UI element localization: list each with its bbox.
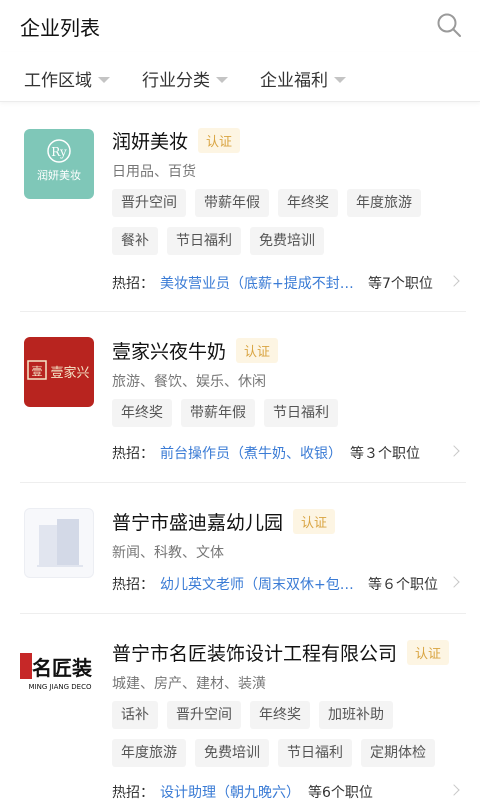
svg-text:润妍美妆: 润妍美妆 bbox=[37, 168, 81, 182]
building-icon bbox=[37, 519, 83, 567]
benefit-tag: 年终奖 bbox=[278, 189, 338, 217]
page-title: 企业列表 bbox=[20, 16, 100, 40]
svg-text:壹家兴: 壹家兴 bbox=[50, 365, 89, 381]
benefit-tags: 年终奖 带薪年假 节日福利 bbox=[112, 399, 466, 427]
company-card[interactable]: 名匠装 MING JIANG DECO 普宁市名匠装饰设计工程有限公司 认证 城… bbox=[20, 615, 466, 800]
svg-text:Ry: Ry bbox=[51, 145, 67, 159]
company-card[interactable]: 普宁市盛迪嘉幼儿园 认证 新闻、科教、文体 热招： 幼儿英文老师（周末双休+包吃… bbox=[20, 484, 466, 614]
benefit-tags: 晋升空间 带薪年假 年终奖 年度旅游 餐补 节日福利 免费培训 bbox=[112, 189, 466, 255]
svg-text:壹: 壹 bbox=[32, 365, 43, 378]
hot-job-link[interactable]: 前台操作员（煮牛奶、收银） bbox=[160, 443, 342, 463]
benefit-tag: 年度旅游 bbox=[112, 739, 186, 767]
chevron-right-icon bbox=[448, 445, 460, 457]
benefit-tag: 餐补 bbox=[112, 227, 158, 255]
certified-badge: 认证 bbox=[407, 639, 450, 665]
benefit-tag: 免费培训 bbox=[250, 227, 324, 255]
hot-jobs-label: 热招： bbox=[112, 276, 154, 292]
header: 企业列表 bbox=[0, 0, 480, 52]
company-name: 普宁市盛迪嘉幼儿园 bbox=[112, 511, 284, 534]
benefit-tag: 加班补助 bbox=[319, 701, 393, 729]
benefit-tag: 节日福利 bbox=[278, 739, 352, 767]
job-count: 等6个职位 bbox=[308, 785, 373, 800]
filter-industry[interactable]: 行业分类 bbox=[142, 66, 228, 91]
benefit-tag: 定期体检 bbox=[361, 739, 435, 767]
filter-label: 工作区域 bbox=[24, 71, 92, 91]
company-logo: Ry 润妍美妆 bbox=[24, 129, 94, 199]
chevron-down-icon bbox=[216, 76, 228, 83]
hot-jobs-label: 热招： bbox=[112, 446, 154, 462]
job-count: 等7个职位 bbox=[368, 276, 433, 292]
company-name: 普宁市名匠装饰设计工程有限公司 bbox=[112, 642, 398, 665]
filter-bar: 工作区域 行业分类 企业福利 bbox=[0, 52, 480, 102]
hot-job-link[interactable]: 设计助理（朝九晚六） bbox=[160, 782, 300, 800]
company-logo: 壹 壹家兴 bbox=[24, 337, 94, 407]
job-count: 等６个职位 bbox=[368, 577, 438, 593]
company-industry: 日用品、百货 bbox=[112, 164, 196, 180]
filter-label: 行业分类 bbox=[142, 71, 210, 91]
company-name: 壹家兴夜牛奶 bbox=[112, 340, 227, 363]
benefit-tag: 带薪年假 bbox=[181, 399, 255, 427]
company-logo-placeholder bbox=[24, 508, 94, 578]
certified-badge: 认证 bbox=[293, 508, 336, 534]
hot-job-link[interactable]: 美妆营业员（底薪+提成不封顶） bbox=[160, 273, 360, 293]
company-industry: 旅游、餐饮、娱乐、休闲 bbox=[112, 374, 266, 390]
certified-badge: 认证 bbox=[198, 127, 241, 153]
benefit-tag: 晋升空间 bbox=[167, 701, 241, 729]
hot-jobs-row[interactable]: 热招： 前台操作员（煮牛奶、收银） 等３个职位 bbox=[112, 442, 466, 464]
filter-work-area[interactable]: 工作区域 bbox=[24, 66, 110, 91]
company-info: 润妍美妆 认证 日用品、百货 晋升空间 带薪年假 年终奖 年度旅游 餐补 节日福… bbox=[112, 125, 466, 255]
hot-jobs-label: 热招： bbox=[112, 785, 154, 800]
benefit-tag: 带薪年假 bbox=[195, 189, 269, 217]
company-info: 普宁市盛迪嘉幼儿园 认证 新闻、科教、文体 bbox=[112, 506, 466, 562]
job-count: 等３个职位 bbox=[350, 446, 420, 462]
chevron-right-icon bbox=[448, 275, 460, 287]
company-logo: 名匠装 MING JIANG DECO bbox=[20, 639, 94, 709]
benefit-tag: 年终奖 bbox=[250, 701, 310, 729]
company-info: 壹家兴夜牛奶 认证 旅游、餐饮、娱乐、休闲 年终奖 带薪年假 节日福利 bbox=[112, 335, 466, 427]
yijiaxing-logo-icon: 壹 壹家兴 bbox=[27, 360, 90, 381]
benefit-tags: 话补 晋升空间 年终奖 加班补助 年度旅游 免费培训 节日福利 定期体检 bbox=[112, 701, 466, 767]
search-icon[interactable] bbox=[436, 12, 462, 38]
benefit-tag: 话补 bbox=[112, 701, 158, 729]
svg-text:MING JIANG DECO: MING JIANG DECO bbox=[28, 683, 91, 691]
hot-jobs-row[interactable]: 热招： 美妆营业员（底薪+提成不封顶） 等7个职位 bbox=[112, 272, 466, 294]
chevron-down-icon bbox=[334, 76, 346, 83]
filter-label: 企业福利 bbox=[260, 71, 328, 91]
benefit-tag: 年度旅游 bbox=[347, 189, 421, 217]
company-industry: 新闻、科教、文体 bbox=[112, 545, 224, 561]
runyan-logo-icon: Ry 润妍美妆 bbox=[37, 139, 81, 182]
company-card[interactable]: 壹 壹家兴 壹家兴夜牛奶 认证 旅游、餐饮、娱乐、休闲 年终奖 带薪年假 节日福… bbox=[20, 313, 466, 483]
benefit-tag: 节日福利 bbox=[264, 399, 338, 427]
mingjiang-logo-icon: 名匠装 MING JIANG DECO bbox=[20, 653, 92, 691]
chevron-down-icon bbox=[98, 76, 110, 83]
certified-badge: 认证 bbox=[236, 337, 279, 363]
chevron-right-icon bbox=[448, 784, 460, 796]
benefit-tag: 节日福利 bbox=[167, 227, 241, 255]
benefit-tag: 晋升空间 bbox=[112, 189, 186, 217]
company-info: 普宁市名匠装饰设计工程有限公司 认证 城建、房产、建材、装潢 话补 晋升空间 年… bbox=[112, 637, 466, 767]
company-card[interactable]: Ry 润妍美妆 润妍美妆 认证 日用品、百货 晋升空间 带薪年假 年终奖 年度旅… bbox=[20, 103, 466, 312]
benefit-tag: 免费培训 bbox=[195, 739, 269, 767]
hot-jobs-row[interactable]: 热招： 幼儿英文老师（周末双休+包吃住） 等６个职位 bbox=[112, 573, 466, 595]
svg-text:名匠装: 名匠装 bbox=[32, 656, 92, 680]
hot-jobs-label: 热招： bbox=[112, 577, 154, 593]
company-name: 润妍美妆 bbox=[112, 130, 189, 153]
hot-job-link[interactable]: 幼儿英文老师（周末双休+包吃住） bbox=[160, 574, 360, 594]
chevron-right-icon bbox=[448, 576, 460, 588]
hot-jobs-row[interactable]: 热招： 设计助理（朝九晚六） 等6个职位 bbox=[112, 781, 466, 800]
filter-benefits[interactable]: 企业福利 bbox=[260, 66, 346, 91]
company-industry: 城建、房产、建材、装潢 bbox=[112, 676, 266, 692]
benefit-tag: 年终奖 bbox=[112, 399, 172, 427]
